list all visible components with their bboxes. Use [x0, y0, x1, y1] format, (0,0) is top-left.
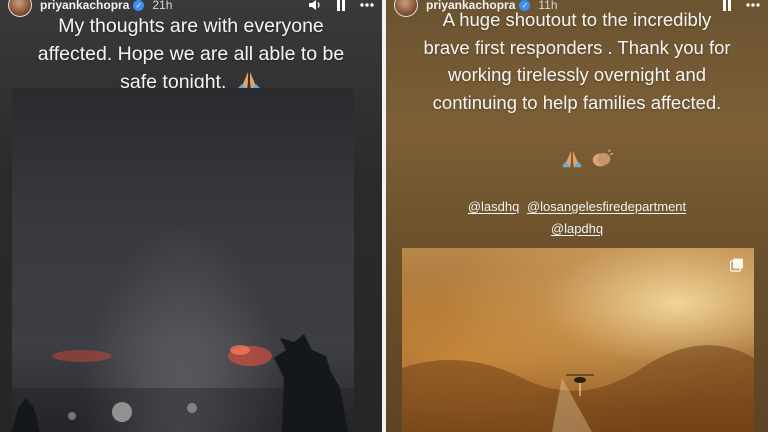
- post-time: 21h: [152, 0, 173, 12]
- story-caption: A huge shoutout to the incredibly brave …: [386, 6, 768, 116]
- caption-line: A huge shoutout to the incredibly: [442, 9, 712, 30]
- mention-link[interactable]: @lapdhq: [551, 221, 603, 236]
- story-right[interactable]: priyankachopra ✓ 11h A huge shoutout to …: [386, 0, 768, 432]
- clapping-hands-icon: [592, 149, 614, 167]
- story-photo: [12, 88, 354, 432]
- wildfire-helicopter-scene: [402, 345, 754, 432]
- caption-line: brave first responders . Thank you for: [423, 36, 731, 58]
- story-photo: [402, 248, 754, 432]
- caption-line: My thoughts are with everyone: [58, 15, 324, 37]
- pause-icon[interactable]: [334, 0, 348, 12]
- mentions: @lasdhq @losangelesfiredepartment @lapdh…: [386, 196, 768, 240]
- caption-line: working tirelessly overnight and: [447, 64, 707, 85]
- mention-link[interactable]: @losangelesfiredepartment: [527, 199, 686, 214]
- story-left[interactable]: priyankachopra ✓ 21h My thoughts are wit…: [0, 0, 382, 432]
- folded-hands-icon: [561, 150, 583, 168]
- emoji-row: [560, 148, 614, 170]
- night-fire-scene: [12, 334, 354, 432]
- caption-line: continuing to help families affected.: [432, 91, 722, 113]
- story-caption: My thoughts are with everyone affected. …: [0, 12, 382, 96]
- username[interactable]: priyankachopra: [40, 0, 129, 12]
- caption-line: affected. Hope we are all able to be: [37, 43, 345, 65]
- more-options-icon[interactable]: [360, 0, 374, 12]
- mention-link[interactable]: @lasdhq: [468, 199, 520, 214]
- multiple-photos-icon: [730, 258, 743, 272]
- volume-icon[interactable]: [308, 0, 322, 12]
- verified-badge-icon: ✓: [133, 0, 145, 11]
